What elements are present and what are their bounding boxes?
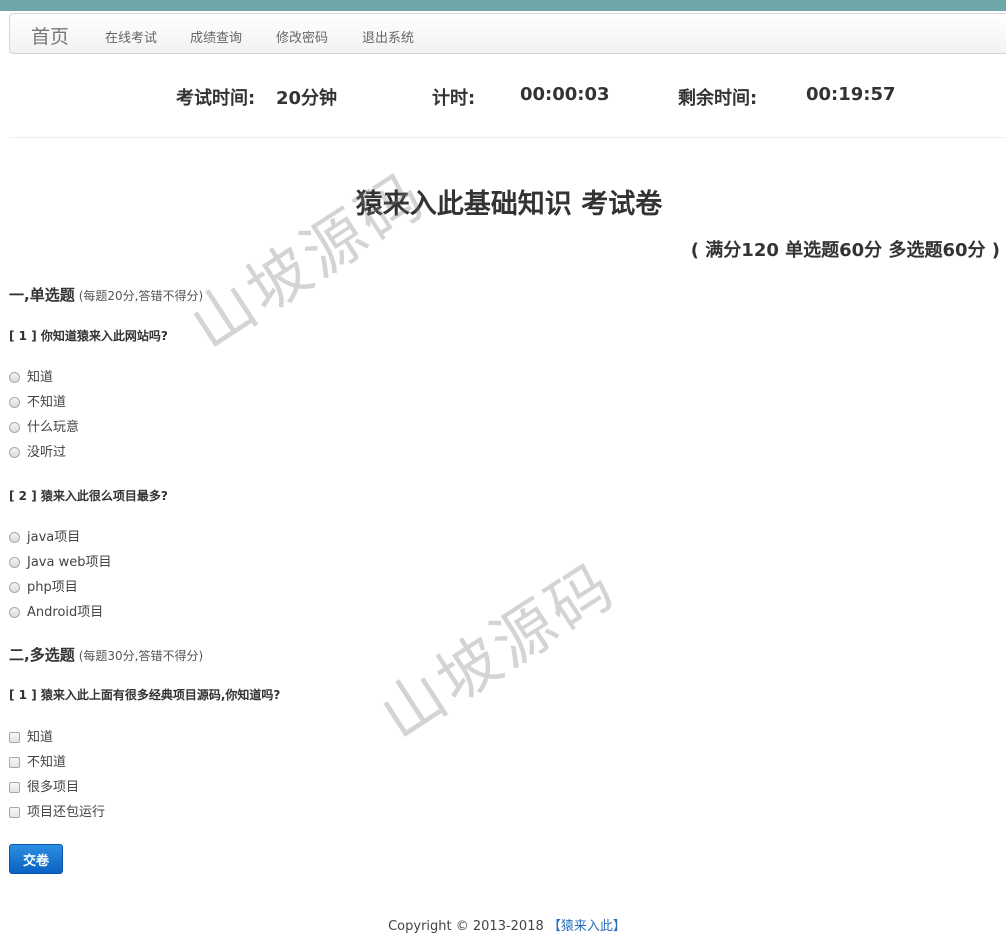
timer-bar: 考试时间: 20分钟 计时: 00:00:03 剩余时间: 00:19:57 xyxy=(0,84,1006,112)
option-single-2-b[interactable]: Java web项目 xyxy=(9,551,112,570)
elapsed-value: 00:00:03 xyxy=(520,84,610,105)
option-label: 什么玩意 xyxy=(27,420,80,435)
section-note: (每题30分,答错不得分) xyxy=(78,649,204,663)
option-single-1-b[interactable]: 不知道 xyxy=(9,391,67,410)
section-title-single: 一,单选题 (每题20分,答错不得分) xyxy=(9,284,203,305)
option-label: 没听过 xyxy=(27,445,67,460)
radio-button-icon[interactable] xyxy=(9,532,20,543)
checkbox-icon[interactable] xyxy=(9,757,20,768)
section-title-text: 二,多选题 xyxy=(9,646,75,664)
radio-button-icon[interactable] xyxy=(9,397,20,408)
nav-brand-home[interactable]: 首页 xyxy=(31,22,69,49)
option-label: Android项目 xyxy=(27,605,104,620)
exam-time-label: 考试时间: xyxy=(176,88,256,109)
option-label: Java web项目 xyxy=(27,555,112,570)
radio-button-icon[interactable] xyxy=(9,582,20,593)
navbar: 首页 在线考试 成绩查询 修改密码 退出系统 xyxy=(9,13,1006,54)
question-multi-1: [ 1 ] 猿来入此上面有很多经典项目源码,你知道吗? xyxy=(9,688,281,702)
option-label: php项目 xyxy=(27,580,78,595)
radio-button-icon[interactable] xyxy=(9,422,20,433)
option-single-1-c[interactable]: 什么玩意 xyxy=(9,416,80,435)
option-single-1-a[interactable]: 知道 xyxy=(9,366,54,385)
option-label: java项目 xyxy=(27,530,81,545)
radio-button-icon[interactable] xyxy=(9,607,20,618)
score-note: ( 满分120 单选题60分 多选题60分 ) xyxy=(690,240,1000,261)
remaining-value: 00:19:57 xyxy=(806,84,896,105)
footer-copyright: Copyright © 2013-2018 xyxy=(388,919,544,934)
nav-item-online-exam[interactable]: 在线考试 xyxy=(105,27,157,46)
option-single-2-d[interactable]: Android项目 xyxy=(9,601,104,620)
divider xyxy=(9,137,1006,138)
option-single-2-c[interactable]: php项目 xyxy=(9,576,78,595)
option-multi-1-c[interactable]: 很多项目 xyxy=(9,776,80,795)
option-label: 知道 xyxy=(27,730,54,745)
option-label: 知道 xyxy=(27,370,54,385)
remaining-label: 剩余时间: xyxy=(678,88,758,109)
radio-button-icon[interactable] xyxy=(9,557,20,568)
watermark-upper: 山坡源码 xyxy=(177,157,439,363)
checkbox-icon[interactable] xyxy=(9,732,20,743)
section-note: (每题20分,答错不得分) xyxy=(78,289,204,303)
radio-button-icon[interactable] xyxy=(9,447,20,458)
question-single-1: [ 1 ] 你知道猿来入此网站吗? xyxy=(9,329,168,343)
exam-title: 猿来入此基础知识 考试卷 xyxy=(355,189,663,220)
footer: Copyright © 2013-2018 【猿来入此】 xyxy=(0,915,1006,934)
option-multi-1-b[interactable]: 不知道 xyxy=(9,751,67,770)
option-label: 很多项目 xyxy=(27,780,80,795)
option-label: 项目还包运行 xyxy=(27,805,106,820)
section-title-text: 一,单选题 xyxy=(9,286,75,304)
checkbox-icon[interactable] xyxy=(9,807,20,818)
option-single-1-d[interactable]: 没听过 xyxy=(9,441,67,460)
option-multi-1-a[interactable]: 知道 xyxy=(9,726,54,745)
radio-button-icon[interactable] xyxy=(9,372,20,383)
elapsed-label: 计时: xyxy=(432,88,476,109)
option-multi-1-d[interactable]: 项目还包运行 xyxy=(9,801,106,820)
option-label: 不知道 xyxy=(27,395,67,410)
exam-time-value: 20分钟 xyxy=(276,88,338,109)
top-accent-bar xyxy=(0,0,1006,11)
option-single-2-a[interactable]: java项目 xyxy=(9,526,81,545)
nav-item-logout[interactable]: 退出系统 xyxy=(362,27,414,46)
nav-item-score-query[interactable]: 成绩查询 xyxy=(190,27,242,46)
option-label: 不知道 xyxy=(27,755,67,770)
section-title-multi: 二,多选题 (每题30分,答错不得分) xyxy=(9,644,203,665)
submit-exam-button[interactable]: 交卷 xyxy=(9,844,63,874)
checkbox-icon[interactable] xyxy=(9,782,20,793)
question-single-2: [ 2 ] 猿来入此很么项目最多? xyxy=(9,489,168,503)
watermark-lower: 山坡源码 xyxy=(367,547,629,753)
footer-link[interactable]: 【猿来入此】 xyxy=(548,919,626,934)
nav-item-change-password[interactable]: 修改密码 xyxy=(276,27,328,46)
